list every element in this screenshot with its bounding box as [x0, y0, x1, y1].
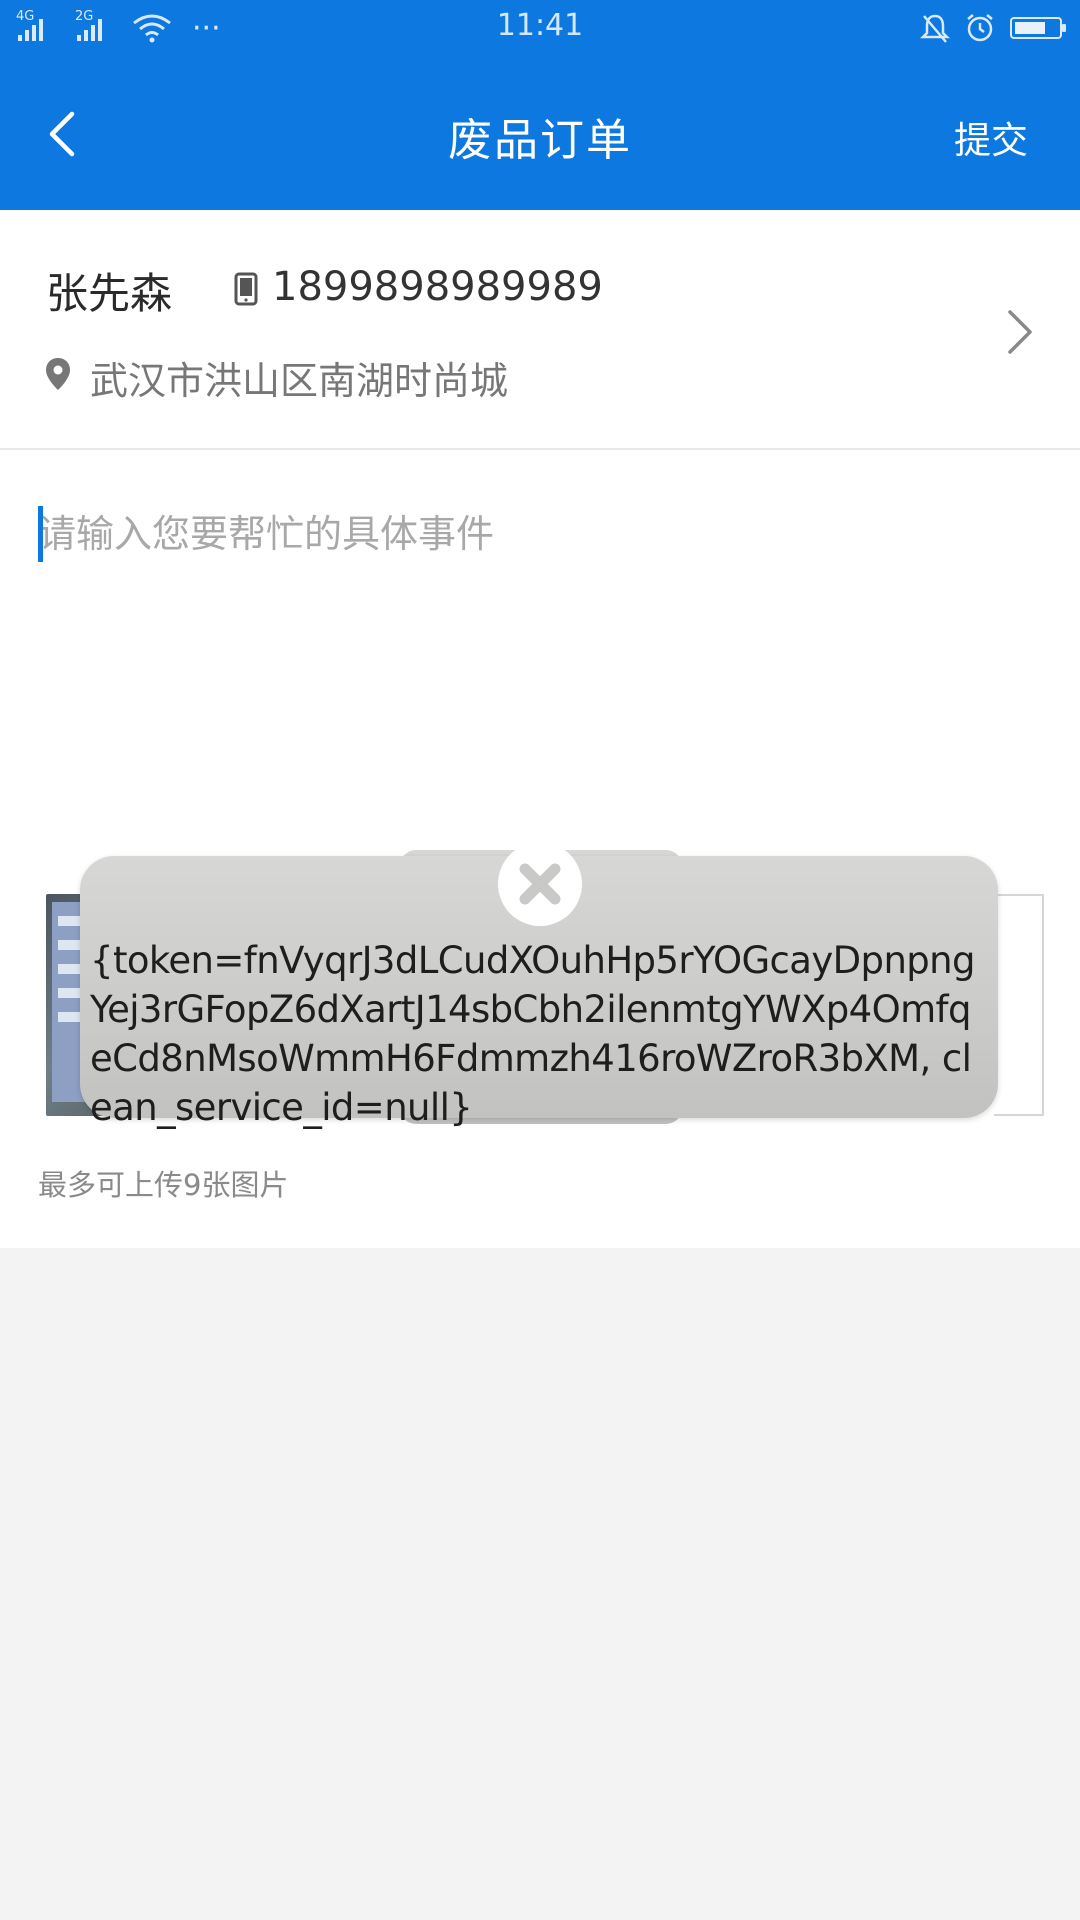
description-input[interactable]: [38, 506, 1038, 562]
contact-phone: 1899898989989: [272, 264, 603, 310]
alarm-icon: [967, 14, 993, 42]
battery-icon: [1010, 17, 1066, 39]
mute-bell-icon: [920, 14, 950, 43]
add-photo-button[interactable]: [994, 894, 1044, 1116]
status-bar: 4G 2G ··· 11:41: [0, 0, 1080, 58]
contact-address: 武汉市洪山区南湖时尚城: [90, 359, 509, 403]
status-time: 11:41: [496, 8, 584, 43]
toast-message: {token=fnVyqrJ3dLCudXOuhHp5rYOGcayDpnpng…: [90, 939, 976, 1129]
submit-button[interactable]: 提交: [954, 110, 1028, 164]
contact-name: 张先森: [46, 269, 173, 318]
phone-icon: [234, 272, 258, 306]
address-card[interactable]: 张先森 1899898989989 武汉市洪山区南湖时尚城: [0, 210, 1080, 450]
status-bar-right: [920, 8, 1066, 48]
chevron-right-icon: [1008, 310, 1032, 354]
text-cursor: [38, 506, 43, 562]
location-pin-icon: [46, 358, 70, 390]
toast-close-button[interactable]: [498, 842, 582, 926]
upload-hint: 最多可上传9张图片: [38, 1168, 289, 1202]
close-icon: [519, 863, 561, 905]
page-title: 废品订单: [448, 115, 632, 166]
nav-bar: 废品订单 提交: [0, 58, 1080, 210]
